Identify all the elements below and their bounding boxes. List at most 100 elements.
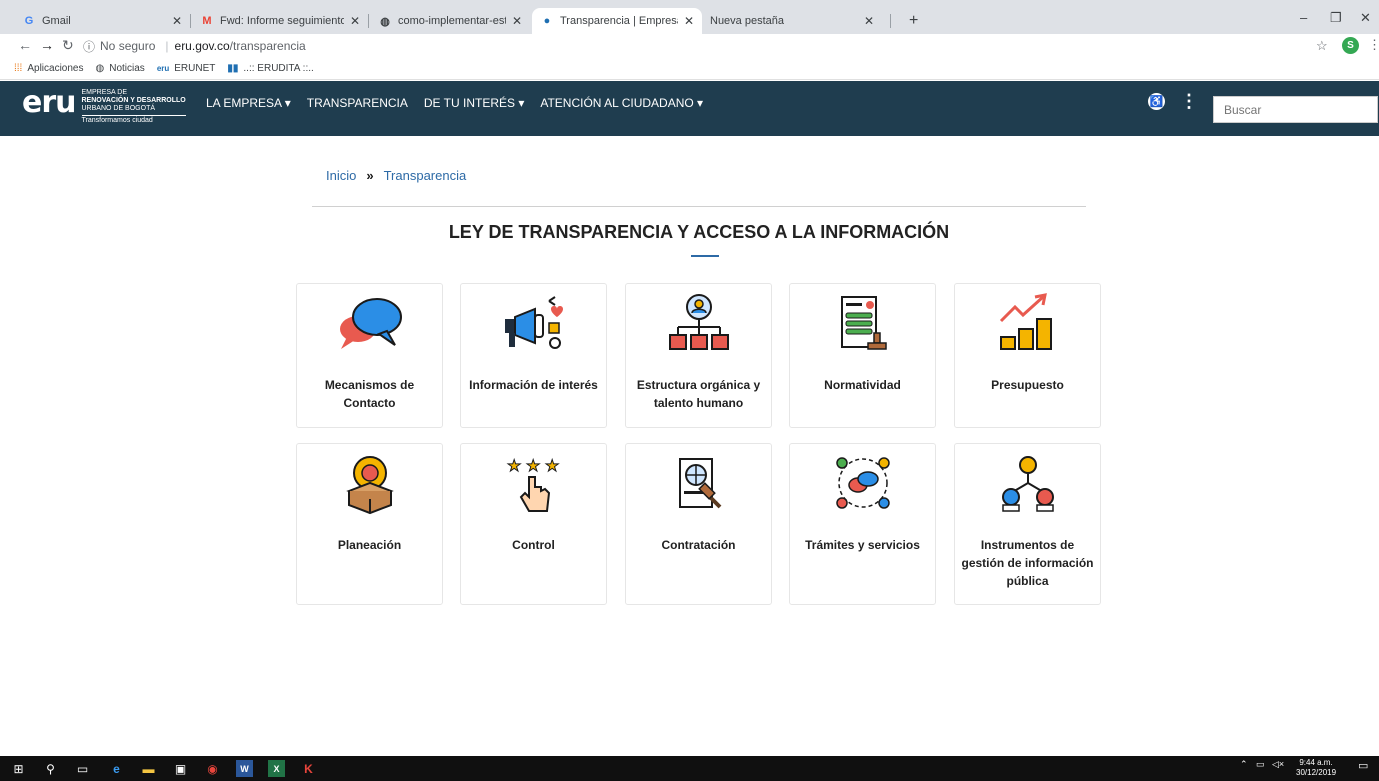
windows-start-icon[interactable]: ⊞ <box>10 760 27 777</box>
accessibility-icon[interactable]: ♿ <box>1148 93 1165 110</box>
card-control[interactable]: ★ ★ ★ Control <box>460 443 607 605</box>
browser-tab-strip: G Gmail ✕ M Fwd: Informe seguimiento Ley… <box>0 0 1379 34</box>
title-underline <box>691 255 719 257</box>
site-menu-icon[interactable]: ⋮ <box>1180 91 1198 112</box>
eru-icon: ● <box>543 15 551 27</box>
tab-label: Transparencia | Empresa de Reno <box>560 15 678 27</box>
search-input[interactable] <box>1213 96 1378 123</box>
logo-line: EMPRESA DE <box>81 89 128 96</box>
card-label: Mecanismos de Contacto <box>324 378 415 410</box>
tab-fwd-informe[interactable]: M Fwd: Informe seguimiento Ley Tr ✕ <box>192 8 368 34</box>
restore-button[interactable]: ❐ <box>1330 10 1342 26</box>
forward-arrow-icon[interactable]: → <box>40 37 54 53</box>
clock-date: 30/12/2019 <box>1296 768 1337 777</box>
tab-como-implementar[interactable]: ◍ como-implementar-estandares-t ✕ <box>370 8 530 34</box>
eru-icon: eru <box>156 64 170 73</box>
volume-icon[interactable]: ◁× <box>1272 759 1284 770</box>
browser-menu-icon[interactable]: ⋮ <box>1368 37 1379 53</box>
word-icon[interactable]: W <box>236 760 253 777</box>
svg-text:★: ★ <box>545 456 559 475</box>
bookmark-label: ..:: ERUDITA ::.. <box>243 63 314 74</box>
divider <box>312 206 1086 207</box>
chrome-icon[interactable]: ◉ <box>204 760 221 777</box>
apps-icon: ⁞⁞⁞ <box>14 63 23 74</box>
task-view-icon[interactable]: ▭ <box>74 760 91 777</box>
network-people-icon <box>955 444 1100 524</box>
card-normatividad[interactable]: Normatividad <box>789 283 936 428</box>
card-label: Información de interés <box>469 378 598 392</box>
store-icon[interactable]: ▣ <box>172 760 189 777</box>
people-chat-icon <box>790 444 935 524</box>
contract-gavel-icon <box>626 444 771 524</box>
erudita-icon: ▮▮ <box>227 63 239 74</box>
bookmark-label: Noticias <box>109 63 145 74</box>
tab-label: Fwd: Informe seguimiento Ley Tr <box>220 15 344 27</box>
card-tramites-y-servicios[interactable]: Trámites y servicios <box>789 443 936 605</box>
gmail-icon: G <box>24 15 34 27</box>
file-explorer-icon[interactable]: ▬ <box>140 760 157 777</box>
site-header: eru EMPRESA DE RENOVACIÓN Y DESARROLLO U… <box>0 81 1379 136</box>
card-estructura-organica[interactable]: Estructura orgánica y talento humano <box>625 283 772 428</box>
tab-transparencia[interactable]: ● Transparencia | Empresa de Reno ✕ <box>532 8 702 34</box>
nav-atencion-al-ciudadano[interactable]: ATENCIÓN AL CIUDADANO ▾ <box>540 96 703 110</box>
card-informacion-de-interes[interactable]: Información de interés <box>460 283 607 428</box>
card-presupuesto[interactable]: Presupuesto <box>954 283 1101 428</box>
card-label: Instrumentos de gestión de información p… <box>961 538 1094 588</box>
card-label: Planeación <box>337 538 402 552</box>
tab-nueva-pestana[interactable]: Nueva pestaña ✕ <box>702 8 882 34</box>
app-icon[interactable]: K <box>300 760 317 777</box>
info-icon[interactable]: ⓘ <box>83 38 95 55</box>
close-icon[interactable]: ✕ <box>172 14 182 28</box>
chevron-up-icon[interactable]: ⌃ <box>1240 759 1248 770</box>
logo-mark: eru <box>22 85 76 120</box>
bookmark-aplicaciones[interactable]: ⁞⁞⁞ Aplicaciones <box>14 63 84 74</box>
url-domain: eru.gov.co <box>174 39 230 53</box>
url-field[interactable]: ⓘ No seguro | eru.gov.co /transparencia <box>83 36 1293 56</box>
bookmark-noticias[interactable]: ◍ Noticias <box>96 63 145 74</box>
nav-transparencia[interactable]: TRANSPARENCIA <box>307 96 408 110</box>
logo-line: URBANO DE BOGOTÁ <box>81 105 156 112</box>
bookmark-star-icon[interactable]: ☆ <box>1316 38 1328 54</box>
card-instrumentos-gestion[interactable]: Instrumentos de gestión de información p… <box>954 443 1101 605</box>
breadcrumb-home-link[interactable]: Inicio <box>326 168 356 183</box>
card-label: Control <box>512 538 555 552</box>
address-bar: ← → ↻ ⓘ No seguro | eru.gov.co /transpar… <box>0 34 1379 58</box>
document-stamp-icon <box>790 284 935 364</box>
tab-gmail[interactable]: G Gmail ✕ <box>14 8 190 34</box>
close-icon[interactable]: ✕ <box>864 14 874 28</box>
taskbar: ⊞ ⚲ ▭ e ▬ ▣ ◉ W X K ⌃ ▭ ◁× 9:44 a.m. 30/… <box>0 756 1379 781</box>
window-close-button[interactable]: ✕ <box>1360 10 1371 26</box>
site-logo[interactable]: eru EMPRESA DE RENOVACIÓN Y DESARROLLO U… <box>22 85 186 125</box>
notifications-icon[interactable]: ▭ <box>1358 759 1368 772</box>
card-contratacion[interactable]: Contratación <box>625 443 772 605</box>
network-icon[interactable]: ▭ <box>1256 759 1265 770</box>
svg-text:★: ★ <box>507 456 521 475</box>
logo-text: EMPRESA DE RENOVACIÓN Y DESARROLLO URBAN… <box>81 89 186 125</box>
breadcrumb-current[interactable]: Transparencia <box>384 168 467 183</box>
back-arrow-icon[interactable]: ← <box>18 37 32 53</box>
profile-avatar[interactable]: S <box>1342 37 1359 54</box>
nav-la-empresa[interactable]: LA EMPRESA ▾ <box>206 96 291 110</box>
close-icon[interactable]: ✕ <box>684 14 694 28</box>
bookmark-erunet[interactable]: eru ERUNET <box>157 63 216 74</box>
card-mecanismos-de-contacto[interactable]: Mecanismos de Contacto <box>296 283 443 428</box>
bookmarks-bar: ⁞⁞⁞ Aplicaciones ◍ Noticias eru ERUNET ▮… <box>0 58 1379 80</box>
edge-icon[interactable]: e <box>108 760 125 777</box>
globe-icon: ◍ <box>95 63 105 74</box>
reload-icon[interactable]: ↻ <box>62 37 74 54</box>
page-title: LEY DE TRANSPARENCIA Y ACCESO A LA INFOR… <box>448 222 950 242</box>
card-label: Presupuesto <box>991 378 1064 392</box>
clock[interactable]: 9:44 a.m. 30/12/2019 <box>1296 758 1336 778</box>
bookmark-erudita[interactable]: ▮▮ ..:: ERUDITA ::.. <box>227 63 313 74</box>
close-icon[interactable]: ✕ <box>350 14 360 28</box>
minimize-button[interactable]: – <box>1300 10 1307 25</box>
nav-de-tu-interes[interactable]: DE TU INTERÉS ▾ <box>424 96 524 110</box>
breadcrumb-separator: » <box>366 168 374 183</box>
close-icon[interactable]: ✕ <box>512 14 522 28</box>
org-chart-icon <box>626 284 771 364</box>
excel-icon[interactable]: X <box>268 760 285 777</box>
new-tab-button[interactable]: + <box>909 12 918 30</box>
card-planeacion[interactable]: Planeación <box>296 443 443 605</box>
clock-time: 9:44 a.m. <box>1299 758 1333 767</box>
search-icon[interactable]: ⚲ <box>42 760 59 777</box>
